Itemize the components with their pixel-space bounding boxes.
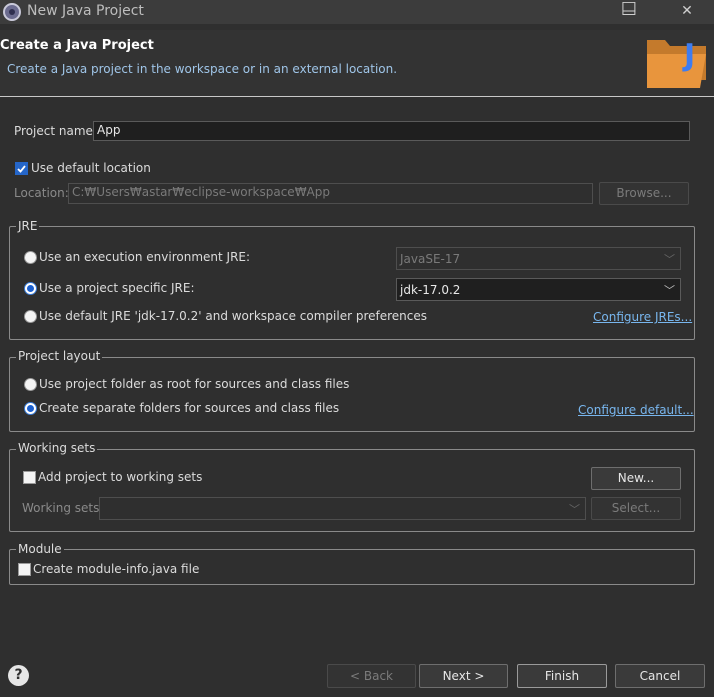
add-to-working-sets-checkbox[interactable] (23, 471, 36, 484)
new-working-set-button[interactable]: New... (591, 467, 681, 490)
project-layout-group (9, 357, 695, 432)
add-to-working-sets-label[interactable]: Add project to working sets (38, 470, 202, 484)
maximize-icon[interactable]: ☐ (604, 0, 654, 24)
use-default-location-checkbox[interactable] (15, 162, 28, 175)
page-title: Create a Java Project (0, 38, 154, 53)
working-sets-label: Working sets: (22, 501, 104, 515)
page-description: Create a Java project in the workspace o… (7, 62, 398, 76)
location-label: Location: (14, 186, 69, 200)
chevron-down-icon: ﹀ (569, 503, 580, 516)
module-group-title: Module (16, 542, 64, 556)
jre-group-title: JRE (16, 219, 40, 233)
chevron-down-icon: ﹀ (664, 253, 675, 266)
select-working-sets-button[interactable]: Select... (591, 497, 681, 520)
layout-separate-radio[interactable] (24, 402, 37, 415)
jre-env-label[interactable]: Use an execution environment JRE: (39, 250, 250, 264)
jre-specific-select-value: jdk-17.0.2 (400, 283, 461, 297)
close-icon[interactable]: ✕ (662, 0, 712, 24)
jre-env-select[interactable]: JavaSE-17 ﹀ (396, 247, 681, 270)
chevron-down-icon: ﹀ (664, 284, 675, 297)
working-sets-select[interactable]: ﹀ (99, 497, 586, 520)
next-button[interactable]: Next > (419, 664, 508, 688)
create-module-info-label[interactable]: Create module-info.java file (33, 562, 199, 576)
jre-default-radio[interactable] (24, 310, 37, 323)
create-module-info-checkbox[interactable] (18, 563, 31, 576)
layout-root-radio[interactable] (24, 378, 37, 391)
header-separator (0, 96, 714, 97)
jre-env-radio[interactable] (24, 251, 37, 264)
svg-text:J: J (682, 38, 695, 73)
jre-default-label[interactable]: Use default JRE 'jdk-17.0.2' and workspa… (39, 309, 427, 323)
location-input[interactable]: C:₩Users₩astar₩eclipse-workspace₩App (68, 183, 593, 204)
jre-env-select-value: JavaSE-17 (400, 252, 461, 266)
jre-specific-select[interactable]: jdk-17.0.2 ﹀ (396, 278, 681, 301)
project-layout-group-title: Project layout (16, 349, 103, 363)
layout-root-label[interactable]: Use project folder as root for sources a… (39, 377, 349, 391)
help-icon[interactable]: ? (8, 665, 29, 686)
eclipse-app-icon (3, 3, 21, 21)
window-title: New Java Project (27, 3, 144, 19)
layout-separate-label[interactable]: Create separate folders for sources and … (39, 401, 339, 415)
back-button[interactable]: < Back (327, 664, 416, 688)
project-name-label: Project name: (14, 124, 97, 138)
cancel-button[interactable]: Cancel (615, 664, 705, 688)
configure-jres-link[interactable]: Configure JREs... (593, 310, 692, 324)
finish-button[interactable]: Finish (517, 664, 607, 688)
browse-button[interactable]: Browse... (599, 182, 689, 205)
use-default-location-label[interactable]: Use default location (31, 161, 151, 175)
working-sets-group-title: Working sets (16, 441, 98, 455)
jre-specific-radio[interactable] (24, 282, 37, 295)
java-project-folder-icon: J (644, 32, 712, 90)
configure-default-link[interactable]: Configure default... (578, 403, 694, 417)
jre-specific-label[interactable]: Use a project specific JRE: (39, 281, 195, 295)
project-name-input[interactable]: App (93, 121, 690, 141)
